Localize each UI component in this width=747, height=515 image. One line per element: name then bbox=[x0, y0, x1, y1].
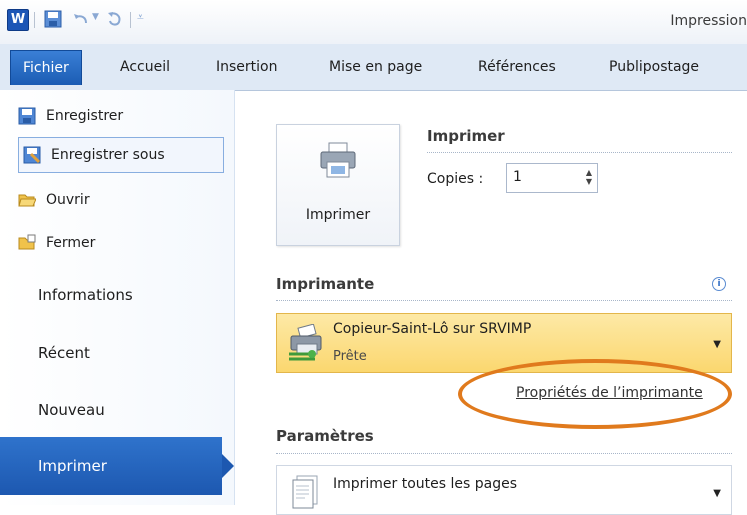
word-logo-icon[interactable]: W bbox=[7, 9, 29, 31]
print-heading: Imprimer bbox=[427, 127, 505, 145]
tab-fichier[interactable]: Fichier bbox=[10, 50, 82, 85]
fermer-command[interactable]: Fermer bbox=[18, 226, 95, 260]
network-printer-icon bbox=[289, 324, 322, 361]
close-folder-icon bbox=[18, 234, 36, 250]
redo-icon[interactable] bbox=[106, 10, 124, 28]
quick-access-toolbar: W ▼ ⩡ Impression bbox=[0, 0, 747, 44]
heading-divider bbox=[427, 152, 732, 153]
command-label: Enregistrer bbox=[46, 108, 124, 124]
customize-toolbar-icon[interactable]: ⩡ bbox=[137, 10, 144, 25]
dropdown-arrow-icon[interactable]: ▼ bbox=[713, 488, 721, 499]
toolbar-separator bbox=[34, 12, 35, 28]
printer-heading: Imprimante bbox=[276, 275, 375, 293]
save-icon bbox=[18, 107, 36, 125]
section-imprimer[interactable]: Imprimer bbox=[0, 437, 234, 495]
spin-arrows-icon[interactable]: ▲ ▼ bbox=[586, 168, 592, 186]
tab-references[interactable]: Références bbox=[468, 50, 566, 84]
ouvrir-command[interactable]: Ouvrir bbox=[18, 183, 90, 217]
undo-dropdown-icon[interactable]: ▼ bbox=[92, 12, 99, 22]
printer-status: Prête bbox=[333, 349, 367, 364]
tab-mise-en-page[interactable]: Mise en page bbox=[319, 50, 432, 84]
print-pages-select[interactable]: Imprimer toutes les pages ▼ bbox=[276, 465, 732, 515]
pages-option: Imprimer toutes les pages bbox=[333, 476, 518, 492]
window-title: Impression bbox=[670, 13, 747, 29]
copies-value: 1 bbox=[513, 169, 522, 185]
command-label: Enregistrer sous bbox=[51, 147, 165, 163]
undo-icon[interactable] bbox=[72, 10, 90, 28]
open-folder-icon bbox=[18, 194, 36, 207]
save-icon[interactable] bbox=[44, 10, 62, 28]
settings-heading: Paramètres bbox=[276, 427, 374, 445]
command-label: Ouvrir bbox=[46, 192, 90, 208]
section-nouveau[interactable]: Nouveau bbox=[38, 401, 105, 419]
info-icon[interactable]: i bbox=[712, 277, 726, 291]
printer-name: Copieur-Saint-Lô sur SRVIMP bbox=[333, 321, 532, 337]
print-button[interactable]: Imprimer bbox=[276, 124, 400, 246]
copies-label: Copies : bbox=[427, 171, 484, 187]
print-button-label: Imprimer bbox=[305, 207, 371, 223]
annotation-ellipse bbox=[458, 359, 732, 429]
tab-accueil[interactable]: Accueil bbox=[110, 50, 180, 84]
section-informations[interactable]: Informations bbox=[38, 286, 133, 304]
heading-divider bbox=[276, 300, 732, 301]
tab-insertion[interactable]: Insertion bbox=[206, 50, 287, 84]
printer-icon bbox=[320, 142, 356, 178]
save-as-icon bbox=[23, 146, 41, 164]
section-recent[interactable]: Récent bbox=[38, 344, 90, 362]
enregistrer-command[interactable]: Enregistrer bbox=[18, 99, 123, 133]
ribbon-tab-bar: Fichier Accueil Insertion Mise en page R… bbox=[0, 44, 747, 91]
dropdown-arrow-icon[interactable]: ▼ bbox=[713, 339, 721, 350]
tab-publipostage[interactable]: Publipostage bbox=[599, 50, 709, 84]
heading-divider bbox=[276, 453, 732, 454]
command-label: Fermer bbox=[46, 235, 96, 251]
copies-stepper[interactable]: 1 ▲ ▼ bbox=[506, 163, 598, 193]
toolbar-separator bbox=[130, 12, 131, 28]
enregistrer-sous-command[interactable]: Enregistrer sous bbox=[18, 137, 224, 173]
